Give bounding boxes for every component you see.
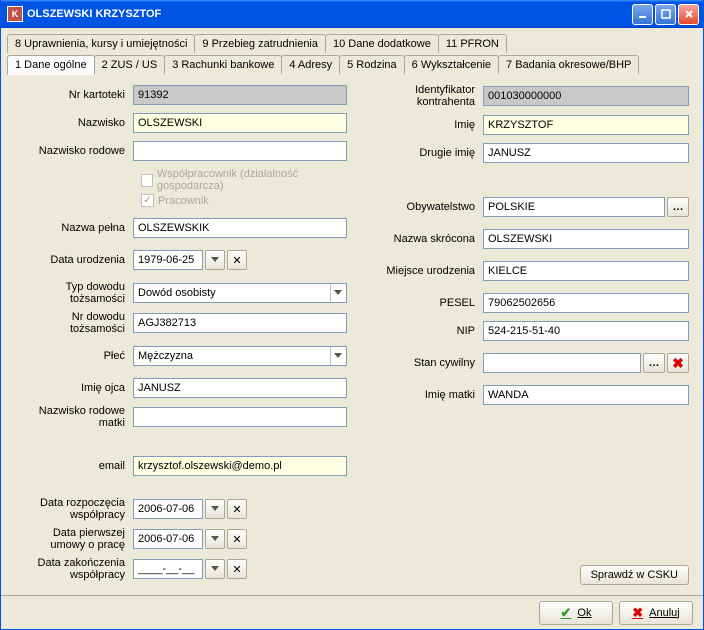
data-urodzenia-clear[interactable]: ✕ — [227, 250, 247, 270]
window: K OLSZEWSKI KRZYSZTOF 8 Uprawnienia, kur… — [0, 0, 704, 630]
data-rozpoczecia-input[interactable] — [133, 499, 203, 519]
app-icon: K — [7, 6, 23, 22]
wspolpracownik-checkbox — [141, 174, 153, 187]
tab-1[interactable]: 1 Dane ogólne — [7, 55, 95, 75]
stan-cywilny-lookup[interactable]: … — [643, 353, 665, 373]
label-nazwisko-rodowe: Nazwisko rodowe — [15, 145, 133, 157]
nr-dowodu-input[interactable] — [133, 313, 347, 333]
maximize-button[interactable] — [655, 4, 676, 25]
tab-6[interactable]: 6 Wykształcenie — [404, 55, 499, 74]
pracownik-checkbox: ✓ — [141, 194, 154, 207]
nip-input[interactable] — [483, 321, 689, 341]
tab-2[interactable]: 2 ZUS / US — [94, 55, 166, 74]
tab-8[interactable]: 8 Uprawnienia, kursy i umiejętności — [7, 34, 195, 53]
footer: ✔ Ok ✖ Anuluj — [1, 595, 703, 629]
ident-input[interactable] — [483, 86, 689, 106]
tab-row-bottom: 1 Dane ogólne 2 ZUS / US 3 Rachunki bank… — [7, 55, 697, 74]
titlebar: K OLSZEWSKI KRZYSZTOF — [1, 0, 703, 28]
tab-5[interactable]: 5 Rodzina — [339, 55, 405, 74]
data-zakonczenia-input[interactable] — [133, 559, 203, 579]
data-zakonczenia-picker[interactable] — [205, 559, 225, 579]
tab-row-top: 8 Uprawnienia, kursy i umiejętności 9 Pr… — [7, 34, 697, 53]
tab-10[interactable]: 10 Dane dodatkowe — [325, 34, 439, 53]
nazwisko-rodowe-matki-input[interactable] — [133, 407, 347, 427]
imie-matki-input[interactable] — [483, 385, 689, 405]
label-data-pierwszej-umowy: Data pierwszej umowy o pracę — [15, 527, 133, 551]
imie-input[interactable] — [483, 115, 689, 135]
plec-select[interactable]: Mężczyzna — [133, 346, 347, 366]
data-rozpoczecia-picker[interactable] — [205, 499, 225, 519]
label-nazwa-pelna: Nazwa pełna — [15, 222, 133, 234]
nazwa-pelna-input[interactable] — [133, 218, 347, 238]
data-urodzenia-picker[interactable] — [205, 250, 225, 270]
drugie-imie-input[interactable] — [483, 143, 689, 163]
x-icon: ✖ — [672, 355, 684, 372]
nr-kartoteki-input[interactable] — [133, 85, 347, 105]
label-nr-dowodu: Nr dowodu tożsamości — [15, 311, 133, 335]
chevron-down-icon — [330, 284, 345, 302]
close-button[interactable] — [678, 4, 699, 25]
window-title: OLSZEWSKI KRZYSZTOF — [27, 8, 632, 20]
imie-ojca-input[interactable] — [133, 378, 347, 398]
label-stan-cywilny: Stan cywilny — [357, 357, 483, 369]
data-urodzenia-input[interactable] — [133, 250, 203, 270]
miejsce-urodzenia-input[interactable] — [483, 261, 689, 281]
pesel-input[interactable] — [483, 293, 689, 313]
nazwisko-input[interactable] — [133, 113, 347, 133]
label-nr-kartoteki: Nr kartoteki — [15, 89, 133, 101]
label-data-urodzenia: Data urodzenia — [15, 254, 133, 266]
label-imie: Imię — [357, 119, 483, 131]
ok-button[interactable]: ✔ Ok — [539, 601, 613, 625]
label-nazwisko: Nazwisko — [15, 117, 133, 129]
label-data-rozpoczecia: Data rozpoczęcia współpracy — [15, 497, 133, 521]
label-nip: NIP — [357, 325, 483, 337]
email-input[interactable] — [133, 456, 347, 476]
tab-3[interactable]: 3 Rachunki bankowe — [164, 55, 282, 74]
label-data-zakonczenia: Data zakończenia współpracy — [15, 557, 133, 581]
data-rozpoczecia-clear[interactable]: ✕ — [227, 499, 247, 519]
data-pierwszej-umowy-clear[interactable]: ✕ — [227, 529, 247, 549]
stan-cywilny-input[interactable] — [483, 353, 641, 373]
label-obywatelstwo: Obywatelstwo — [357, 201, 483, 213]
label-imie-matki: Imię matki — [357, 389, 483, 401]
label-imie-ojca: Imię ojca — [15, 382, 133, 394]
label-miejsce-urodzenia: Miejsce urodzenia — [357, 265, 483, 277]
check-icon: ✔ — [561, 605, 572, 621]
label-drugie-imie: Drugie imię — [357, 147, 483, 159]
sprawdz-csku-button[interactable]: Sprawdź w CSKU — [580, 565, 689, 585]
chevron-down-icon — [330, 347, 345, 365]
data-pierwszej-umowy-picker[interactable] — [205, 529, 225, 549]
label-nazwa-skrocona: Nazwa skrócona — [357, 233, 483, 245]
nazwisko-rodowe-input[interactable] — [133, 141, 347, 161]
label-plec: Płeć — [15, 350, 133, 362]
label-pesel: PESEL — [357, 297, 483, 309]
minimize-button[interactable] — [632, 4, 653, 25]
obywatelstwo-input[interactable] — [483, 197, 665, 217]
anuluj-button[interactable]: ✖ Anuluj — [619, 601, 693, 625]
stan-cywilny-clear[interactable]: ✖ — [667, 353, 689, 373]
label-typ-dowodu: Typ dowodu tożsamości — [15, 281, 133, 305]
label-wspolpracownik: Współpracownik (działalność gospodarcza) — [157, 168, 347, 192]
x-icon: ✖ — [632, 605, 643, 621]
nazwa-skrocona-input[interactable] — [483, 229, 689, 249]
tab-9[interactable]: 9 Przebieg zatrudnienia — [194, 34, 326, 53]
label-email: email — [15, 460, 133, 472]
label-ident: Identyfikator kontrahenta — [357, 84, 483, 108]
label-pracownik: Pracownik — [158, 195, 209, 207]
data-zakonczenia-clear[interactable]: ✕ — [227, 559, 247, 579]
tab-4[interactable]: 4 Adresy — [281, 55, 340, 74]
obywatelstwo-lookup[interactable]: … — [667, 197, 689, 217]
label-nazwisko-rodowe-matki: Nazwisko rodowe matki — [15, 405, 133, 429]
typ-dowodu-select[interactable]: Dowód osobisty — [133, 283, 347, 303]
tab-11[interactable]: 11 PFRON — [438, 34, 507, 53]
tab-7[interactable]: 7 Badania okresowe/BHP — [498, 55, 639, 74]
data-pierwszej-umowy-input[interactable] — [133, 529, 203, 549]
